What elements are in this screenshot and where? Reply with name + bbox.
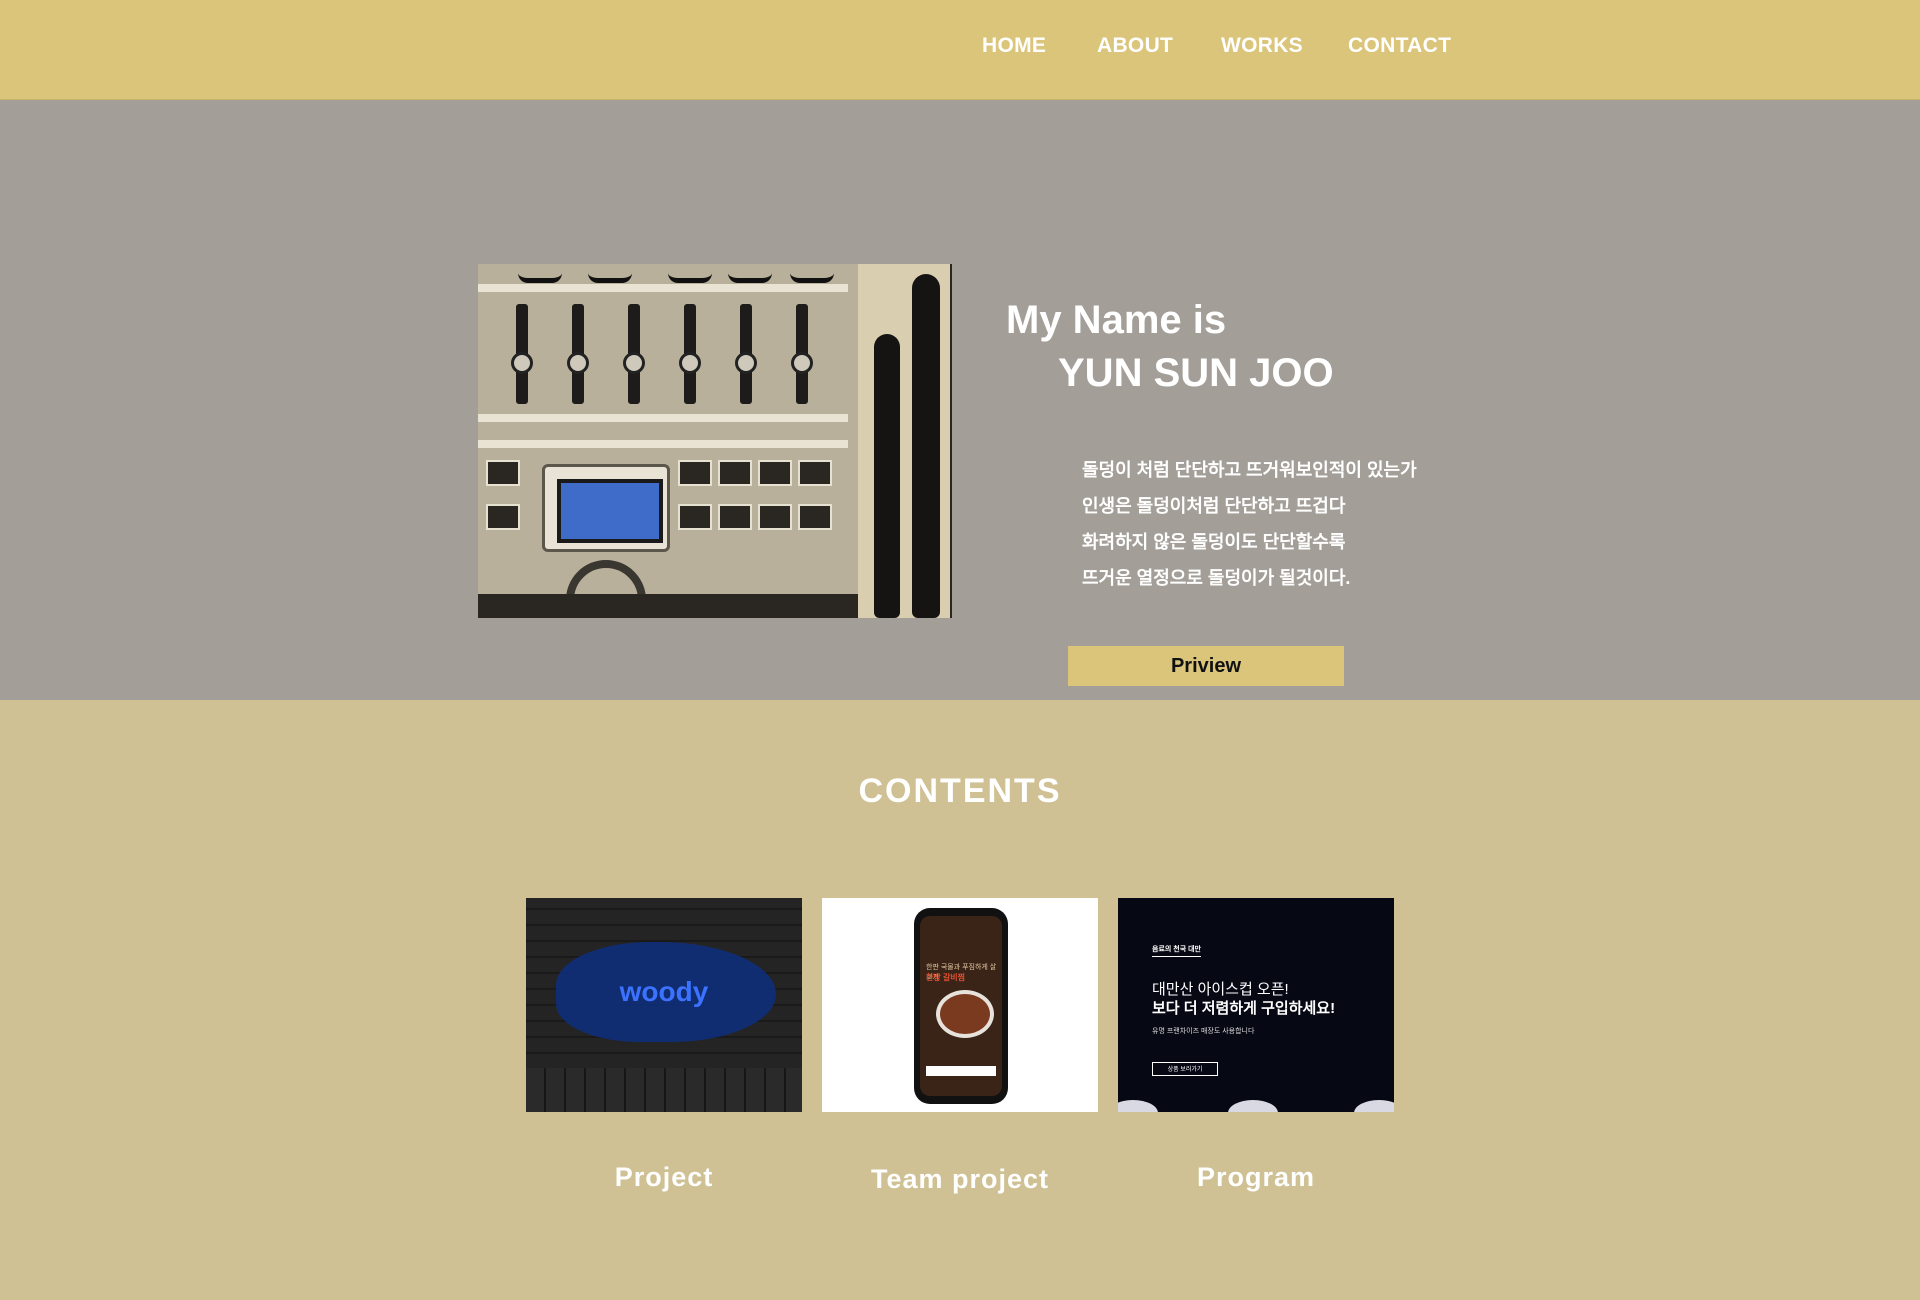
bio-line: 화려하지 않은 돌덩이도 단단할수록 bbox=[1082, 532, 1346, 552]
nav-contact[interactable]: CONTACT bbox=[1348, 34, 1451, 58]
preview-button[interactable]: Priview bbox=[1068, 646, 1344, 686]
woody-logo-text: woody bbox=[619, 976, 709, 1007]
nav-home[interactable]: HOME bbox=[982, 34, 1046, 58]
program-thumb-headline-2: 보다 더 저렴하게 구입하세요! bbox=[1152, 1000, 1336, 1017]
hero-bio: 돌덩이 처럼 단단하고 뜨거워보인적이 있는가 인생은 돌덩이처럼 단단하고 뜨… bbox=[1082, 452, 1417, 596]
site-header: HOME ABOUT WORKS CONTACT bbox=[0, 0, 1920, 100]
team-project-card-label[interactable]: Team project bbox=[822, 1164, 1098, 1195]
program-thumb-subtext: 유명 프랜차이즈 매장도 사용합니다 bbox=[1152, 1028, 1255, 1035]
program-thumb-tag: 음료의 천국 대만 bbox=[1152, 944, 1201, 957]
project-card-thumbnail[interactable]: woody bbox=[526, 898, 802, 1112]
hero-photo bbox=[478, 264, 952, 618]
team-project-card-thumbnail[interactable]: 한판 국물과 푸짐하게 살코기 한방 갈비찜 bbox=[822, 898, 1098, 1112]
hero-intro: My Name is bbox=[1006, 298, 1227, 342]
nav-works[interactable]: WORKS bbox=[1221, 34, 1303, 58]
phone-mockup: 한판 국물과 푸짐하게 살코기 한방 갈비찜 bbox=[914, 908, 1008, 1104]
bio-line: 인생은 돌덩이처럼 단단하고 뜨겁다 bbox=[1082, 496, 1346, 516]
program-thumb-button: 상품 보러가기 bbox=[1152, 1062, 1218, 1076]
phone-title-2: 한방 갈비찜 bbox=[926, 973, 966, 982]
program-card-thumbnail[interactable]: 음료의 천국 대만 대만산 아이스컵 오픈! 보다 더 저렴하게 구입하세요! … bbox=[1118, 898, 1394, 1112]
hero-section: My Name is YUN SUN JOO 돌덩이 처럼 단단하고 뜨거워보인… bbox=[0, 100, 1920, 700]
program-card-label[interactable]: Program bbox=[1118, 1162, 1394, 1193]
program-thumb-headline: 대만산 아이스컵 오픈! bbox=[1152, 981, 1289, 998]
bio-line: 돌덩이 처럼 단단하고 뜨거워보인적이 있는가 bbox=[1082, 460, 1417, 480]
hero-name: YUN SUN JOO bbox=[1058, 351, 1334, 395]
project-card-label[interactable]: Project bbox=[526, 1162, 802, 1193]
nav-about[interactable]: ABOUT bbox=[1097, 34, 1173, 58]
contents-title: CONTENTS bbox=[858, 772, 1062, 810]
bio-line: 뜨거운 열정으로 돌덩이가 될것이다. bbox=[1082, 568, 1351, 588]
